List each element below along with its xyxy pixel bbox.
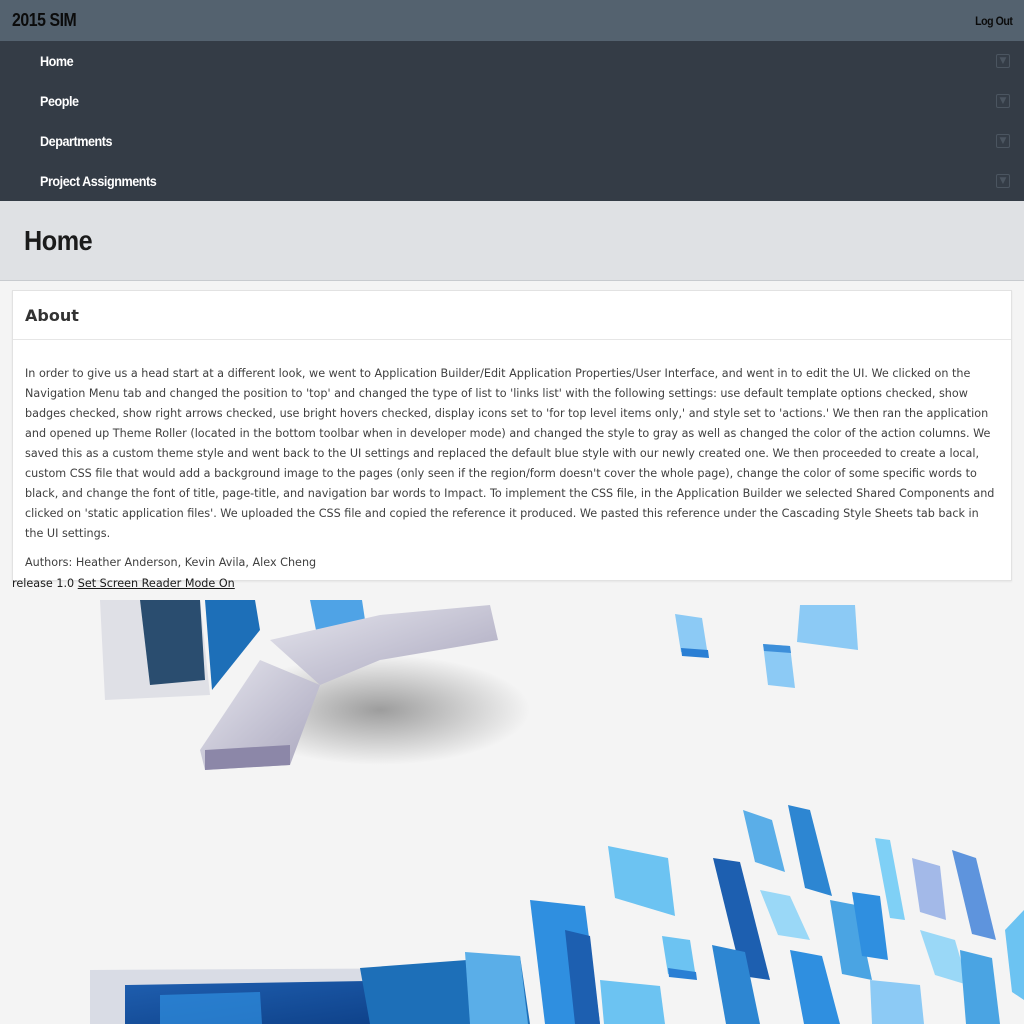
nav-item-label: Departments	[40, 133, 113, 149]
page-title-band: Home	[0, 201, 1024, 281]
chevron-down-icon[interactable]: ▼	[996, 134, 1010, 148]
about-region: About In order to give us a head start a…	[12, 290, 1012, 581]
nav-item-project-assignments[interactable]: Project Assignments ▼	[0, 161, 1024, 201]
background-illustration-graphic	[90, 600, 1024, 1024]
navigation-menu: Home ▼ People ▼ Departments ▼ Project As…	[0, 41, 1024, 201]
nav-item-people[interactable]: People ▼	[0, 81, 1024, 121]
nav-item-label: Project Assignments	[40, 173, 157, 189]
top-header: 2015 SIM Log Out	[0, 0, 1024, 41]
background-illustration	[0, 600, 1024, 1024]
nav-item-label: People	[40, 93, 79, 109]
page-title: Home	[24, 224, 93, 256]
chevron-down-icon[interactable]: ▼	[996, 174, 1010, 188]
nav-item-label: Home	[40, 53, 74, 69]
region-body: In order to give us a head start at a di…	[13, 340, 1011, 569]
chevron-down-icon[interactable]: ▼	[996, 54, 1010, 68]
region-header: About	[13, 291, 1011, 340]
screen-reader-mode-link[interactable]: Set Screen Reader Mode On	[78, 577, 235, 590]
about-text: In order to give us a head start at a di…	[25, 367, 995, 540]
chevron-down-icon[interactable]: ▼	[996, 94, 1010, 108]
nav-item-departments[interactable]: Departments ▼	[0, 121, 1024, 161]
region-title: About	[25, 305, 79, 325]
authors-text: Authors: Heather Anderson, Kevin Avila, …	[25, 556, 317, 569]
nav-item-home[interactable]: Home ▼	[0, 41, 1024, 81]
footer: release 1.0 Set Screen Reader Mode On	[12, 577, 235, 590]
release-label: release 1.0	[12, 577, 75, 590]
app-title[interactable]: 2015 SIM	[12, 10, 77, 31]
logout-link[interactable]: Log Out	[975, 14, 1013, 28]
